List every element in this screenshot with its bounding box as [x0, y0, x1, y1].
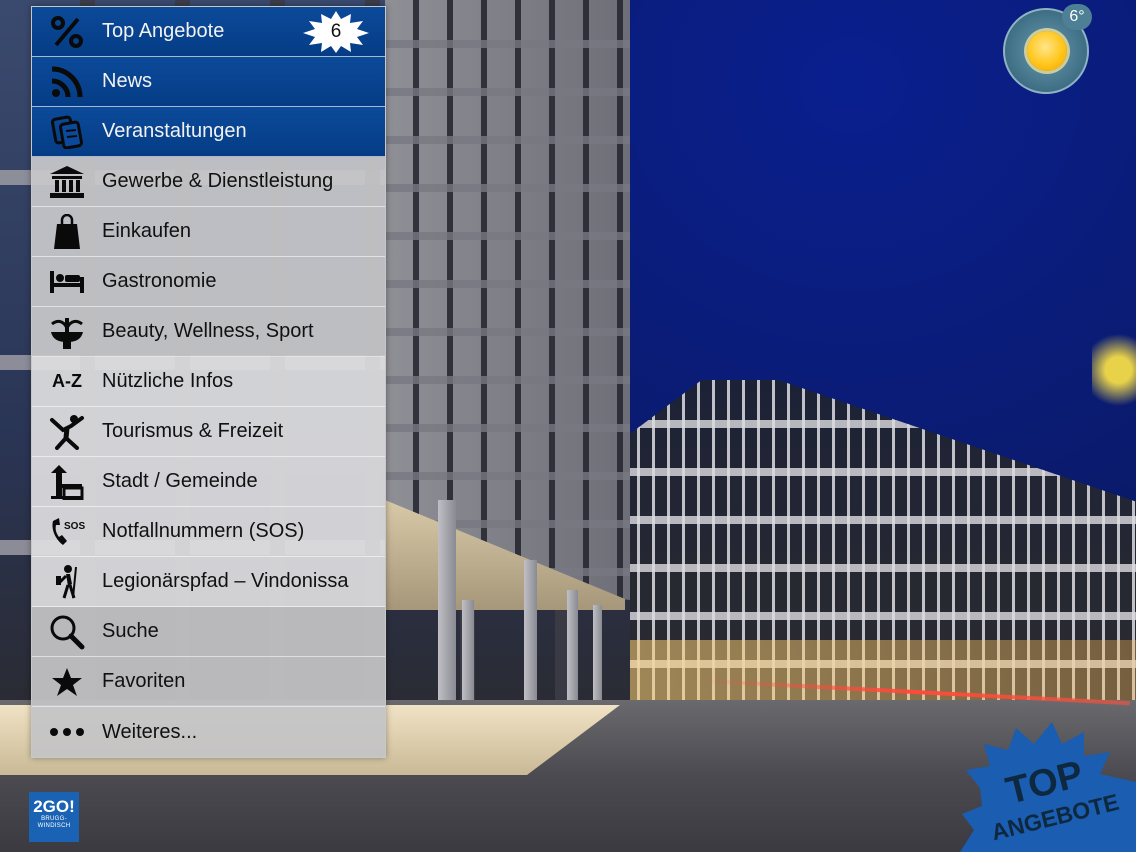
sos-phone-icon: SOS — [32, 515, 102, 549]
person-jumping-icon — [32, 414, 102, 450]
menu-item-label: News — [102, 70, 153, 92]
menu-item-favoriten[interactable]: Favoriten — [32, 657, 385, 707]
sun-icon — [1027, 31, 1067, 71]
more-dots-icon — [32, 727, 102, 737]
town-hall-icon — [32, 464, 102, 500]
menu-item-nuetzliche-infos[interactable]: A-Z Nützliche Infos — [32, 357, 385, 407]
menu-item-label: Tourismus & Freizeit — [102, 420, 284, 442]
a-z-icon-text: A-Z — [52, 371, 82, 391]
menu-item-label: Nützliche Infos — [102, 370, 234, 392]
menu-item-label: Einkaufen — [102, 220, 191, 242]
menu-item-label: Favoriten — [102, 670, 186, 692]
temperature-badge: 6° — [1062, 4, 1092, 30]
menu-item-label: Top Angebote — [102, 20, 225, 42]
menu-item-label: Suche — [102, 620, 159, 642]
search-icon — [32, 614, 102, 650]
menu-item-top-angebote[interactable]: Top Angebote 6 — [32, 7, 385, 57]
menu-item-label: Stadt / Gemeinde — [102, 470, 258, 492]
menu-item-label: Gastronomie — [102, 270, 217, 292]
a-z-icon: A-Z — [32, 371, 102, 392]
sos-icon-text: SOS — [64, 521, 85, 532]
fountain-icon — [32, 314, 102, 350]
menu-item-suche[interactable]: Suche — [32, 607, 385, 657]
count-badge: 6 — [303, 11, 369, 53]
rss-icon — [32, 65, 102, 99]
menu-item-label: Gewerbe & Dienstleistung — [102, 170, 334, 192]
menu-item-veranstaltungen[interactable]: Veranstaltungen — [32, 107, 385, 157]
logo-line1: BRUGG- — [41, 816, 67, 822]
menu-item-gastronomie[interactable]: Gastronomie — [32, 257, 385, 307]
menu-item-label: Weiteres... — [102, 720, 198, 743]
menu-item-beauty[interactable]: Beauty, Wellness, Sport — [32, 307, 385, 357]
bank-icon — [32, 165, 102, 199]
menu-item-label: Legionärspfad – Vindonissa — [102, 570, 349, 592]
menu-item-notfallnummern[interactable]: SOS Notfallnummern (SOS) — [32, 507, 385, 557]
percent-icon — [32, 15, 102, 49]
menu-item-news[interactable]: News — [32, 57, 385, 107]
menu-item-label: Notfallnummern (SOS) — [102, 520, 305, 542]
menu-item-tourismus[interactable]: Tourismus & Freizeit — [32, 407, 385, 457]
menu-item-legionaerspfad[interactable]: Legionärspfad – Vindonissa — [32, 557, 385, 607]
top-angebote-promo-button[interactable]: TOP ANGEBOTE — [960, 718, 1136, 852]
menu-item-weiteres[interactable]: Weiteres... — [32, 707, 385, 757]
legionary-icon — [32, 564, 102, 600]
menu-item-gewerbe[interactable]: Gewerbe & Dienstleistung — [32, 157, 385, 207]
events-icon — [32, 115, 102, 149]
app-logo[interactable]: 2GO! BRUGG- WINDISCH — [29, 792, 79, 842]
logo-line2: WINDISCH — [37, 823, 71, 829]
shopping-bag-icon — [32, 213, 102, 250]
bed-icon — [32, 269, 102, 295]
menu-item-label: Beauty, Wellness, Sport — [102, 320, 314, 342]
logo-main-text: 2GO! — [33, 797, 75, 816]
menu-item-label: Veranstaltungen — [102, 120, 247, 142]
star-icon — [32, 666, 102, 698]
badge-count: 6 — [330, 21, 342, 42]
main-menu: Top Angebote 6 News Veranstaltungen Gewe… — [31, 6, 386, 758]
menu-item-stadt-gemeinde[interactable]: Stadt / Gemeinde — [32, 457, 385, 507]
menu-item-einkaufen[interactable]: Einkaufen — [32, 207, 385, 257]
